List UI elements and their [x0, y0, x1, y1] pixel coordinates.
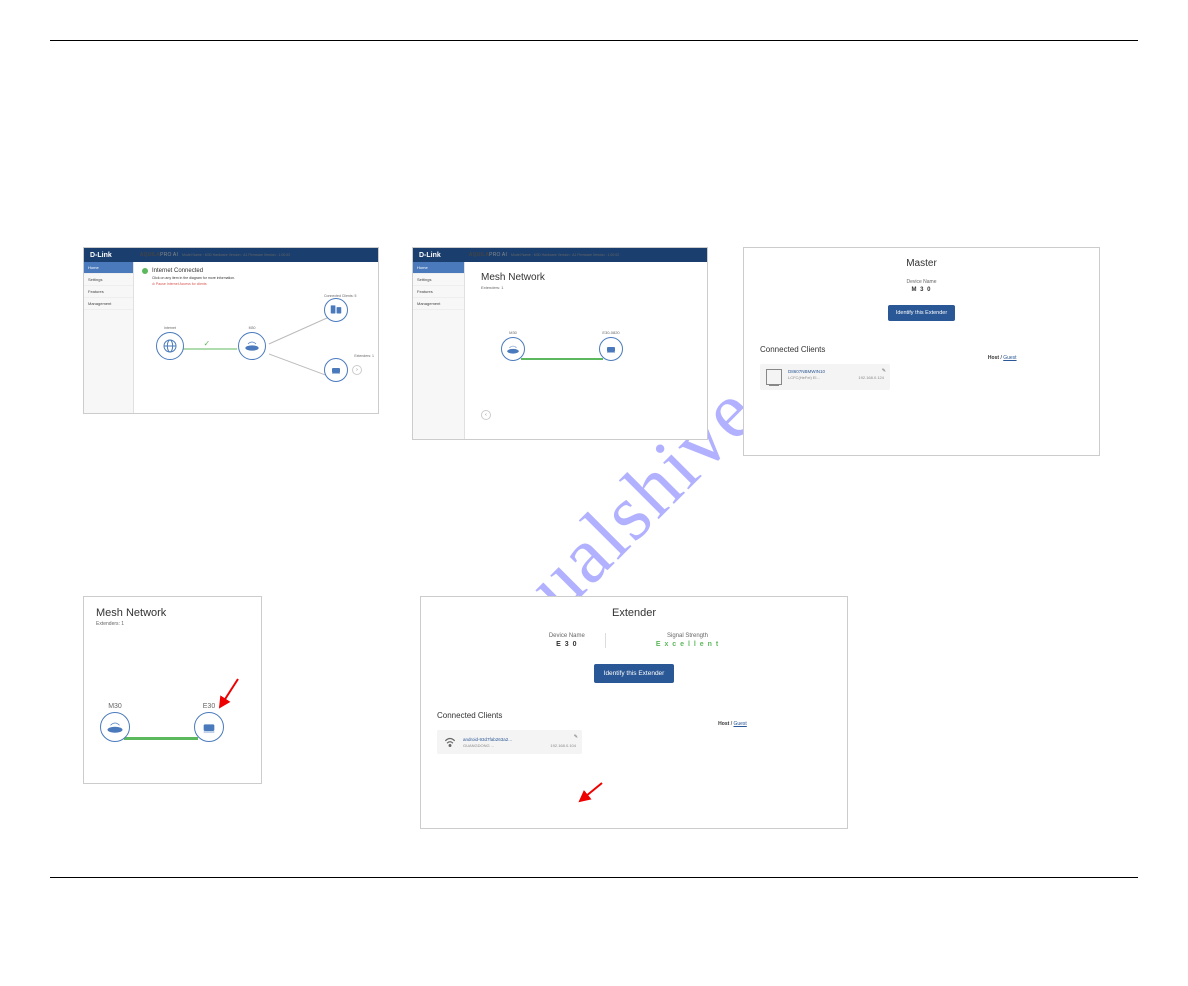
devices-icon	[324, 298, 348, 322]
mesh-subtitle: Extenders: 1	[481, 285, 691, 290]
screenshot-extender-detail: Extender Device Name E 3 0 Signal Streng…	[420, 596, 848, 829]
mesh-node-m30[interactable]: M30	[100, 703, 130, 742]
nav-home[interactable]: Home	[413, 262, 464, 274]
internet-status: Internet Connected	[142, 268, 370, 274]
edit-icon[interactable]: ✎	[882, 368, 886, 374]
pause-internet-link[interactable]: ⊘ Pause Internet Access for clients	[152, 282, 370, 286]
nav-features[interactable]: Features	[84, 286, 133, 298]
extender-title: Extender	[421, 607, 847, 619]
nav-management[interactable]: Management	[413, 298, 464, 310]
model-info: Model Name : M30 Hardware Version : A1 F…	[511, 253, 619, 257]
connected-clients-heading: Connected Clients	[437, 711, 634, 720]
mesh-link-line	[124, 737, 198, 740]
node-router[interactable]: M30	[238, 326, 266, 360]
node-internet[interactable]: Internet	[156, 326, 184, 360]
extender-icon	[599, 337, 623, 361]
nav-home[interactable]: Home	[84, 262, 133, 274]
model-info: Model Name : M30 Hardware Version : A1 F…	[182, 253, 290, 257]
left-nav: Home Settings Features Management	[413, 262, 465, 439]
watermark-text: manualshive.com	[155, 0, 1145, 986]
signal-strength-value: E x c e l l e n t	[656, 641, 719, 648]
identify-extender-button[interactable]: Identify this Extender	[888, 305, 955, 321]
device-name-label: Device Name	[549, 633, 585, 639]
brand-logo: D-Link	[90, 252, 112, 259]
mesh-diagram: M30 E30	[84, 667, 261, 784]
nav-features[interactable]: Features	[413, 286, 464, 298]
wifi-icon	[443, 735, 457, 749]
client-card[interactable]: ✎ D8607NBMWIN10 LCFC(HeFei) El... 192.16…	[760, 364, 890, 390]
device-name-value: E 3 0	[549, 641, 585, 648]
brand-logo: D-Link	[419, 252, 441, 259]
client-vendor: LCFC(HeFei) El...	[788, 375, 820, 380]
monitor-icon	[766, 369, 782, 385]
host-tab[interactable]: Host	[988, 355, 999, 361]
page-content: manualshive.com D-Link AQUILAPRO AI Mode…	[50, 40, 1138, 878]
product-line: AQUILAPRO AI	[469, 252, 507, 258]
nav-settings[interactable]: Settings	[413, 274, 464, 286]
master-title: Master	[744, 258, 1099, 269]
router-icon	[100, 712, 130, 742]
node-extenders[interactable]: Extenders: 1 ›	[324, 354, 374, 382]
screenshot-master-detail: Master Device Name M 3 0 Identify this E…	[743, 247, 1100, 456]
guest-tab[interactable]: Guest	[733, 721, 746, 727]
identify-extender-button[interactable]: Identify this Extender	[594, 664, 675, 683]
mesh-link-line	[521, 358, 603, 360]
device-name-value: M 3 0	[744, 287, 1099, 293]
app-header: D-Link AQUILAPRO AI Model Name : M30 Har…	[84, 248, 378, 262]
node-clients[interactable]: Connected Clients: 5	[324, 294, 357, 322]
extender-icon	[324, 358, 348, 382]
guest-tab[interactable]: Guest	[1003, 355, 1016, 361]
status-subtext: Click on any item in the diagram for mor…	[152, 276, 370, 280]
screenshot-home-topology: D-Link AQUILAPRO AI Model Name : M30 Har…	[83, 247, 379, 414]
router-icon	[238, 332, 266, 360]
connected-clients-heading: Connected Clients	[760, 345, 922, 354]
svg-text:✓: ✓	[203, 339, 210, 348]
mesh-diagram: M30 E30-0820 ‹	[481, 320, 691, 420]
status-dot-icon	[142, 268, 148, 274]
extender-icon	[194, 712, 224, 742]
client-vendor: GUANGDONG ...	[463, 743, 494, 748]
client-card[interactable]: ✎ android-93d7fab263a2... GUANGDONG ... …	[437, 730, 582, 754]
screenshot-mesh-zoom: Mesh Network Extenders: 1 M30 E30	[83, 596, 262, 784]
client-name: D8607NBMWIN10	[788, 369, 884, 374]
red-arrow-annotation	[214, 677, 242, 713]
chevron-left-icon[interactable]: ‹	[481, 410, 491, 420]
device-name-label: Device Name	[744, 279, 1099, 285]
chevron-right-icon[interactable]: ›	[352, 365, 362, 375]
client-ip: 192.168.0.104	[550, 743, 576, 748]
topology-diagram: ✓ Internet M30	[142, 294, 370, 394]
mesh-subtitle: Extenders: 1	[96, 621, 249, 627]
globe-icon	[156, 332, 184, 360]
red-arrow-annotation	[576, 781, 606, 805]
host-guest-filter: Host / Guest	[922, 355, 1084, 390]
screenshot-mesh-network: D-Link AQUILAPRO AI Model Name : M30 Har…	[412, 247, 708, 440]
product-line: AQUILAPRO AI	[140, 252, 178, 258]
mesh-title: Mesh Network	[481, 272, 691, 283]
nav-management[interactable]: Management	[84, 298, 133, 310]
left-nav: Home Settings Features Management	[84, 262, 134, 413]
edit-icon[interactable]: ✎	[574, 734, 578, 740]
app-header: D-Link AQUILAPRO AI Model Name : M30 Har…	[413, 248, 707, 262]
mesh-title: Mesh Network	[96, 607, 249, 619]
host-tab[interactable]: Host	[718, 721, 729, 727]
mesh-node-e30[interactable]: E30-0820	[599, 330, 623, 361]
router-icon	[501, 337, 525, 361]
signal-strength-label: Signal Strength	[656, 633, 719, 639]
client-name: android-93d7fab263a2...	[463, 737, 576, 742]
client-ip: 192.168.0.124	[858, 375, 884, 380]
host-guest-filter: Host / Guest	[634, 721, 831, 754]
nav-settings[interactable]: Settings	[84, 274, 133, 286]
mesh-node-m30[interactable]: M30	[501, 330, 525, 361]
